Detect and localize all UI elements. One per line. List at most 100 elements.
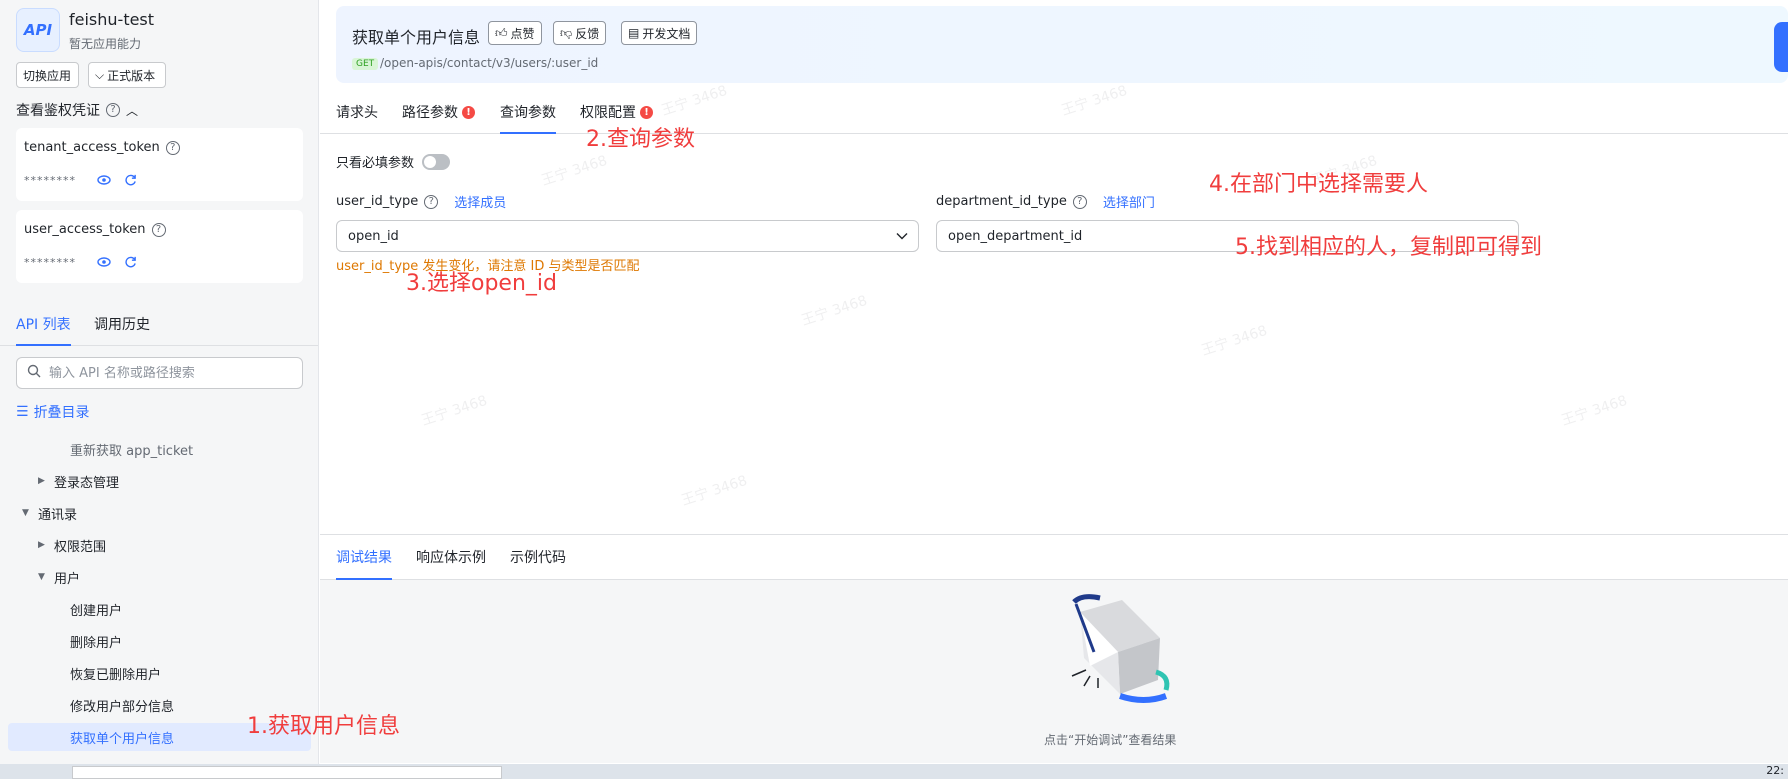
empty-result-hint: 点击“开始调试”查看结果 (1044, 733, 1177, 747)
user-token-name: user_access_token (24, 222, 146, 237)
chevron-down-icon: ⌵ (95, 67, 105, 82)
annotation-step-3: 3.选择open_id (406, 271, 557, 296)
alert-icon: ! (462, 105, 475, 119)
help-icon[interactable]: ? (106, 103, 120, 117)
annotation-step-2: 2.查询参数 (586, 127, 695, 152)
annotation-step-1: 1.获取用户信息 (247, 714, 400, 739)
empty-box-illustration (1060, 592, 1180, 710)
required-only-toggle[interactable] (422, 153, 451, 170)
tree-item-reget-app-ticket[interactable]: 重新获取 app_ticket (70, 435, 193, 463)
tree-item-label: 恢复已删除用户 (70, 667, 162, 683)
tree-item-patch-user[interactable]: 修改用户部分信息 (70, 691, 174, 719)
sidebar: API feishu-test 暂无应用能力 切换应用 ⌵ 正式版本 查看鉴权凭… (0, 0, 319, 779)
docs-label: 开发文档 (642, 26, 691, 41)
tab-label: 查询参数 (500, 105, 556, 121)
api-search-input[interactable] (49, 365, 279, 381)
tree-item-login-state[interactable]: ▶ 登录态管理 (38, 467, 119, 495)
api-header-card: 获取单个用户信息 👍︎ 点赞 👎︎ 反馈 ▤ 开发文档 GET /open-ap… (336, 6, 1788, 83)
tab-query-params[interactable]: 查询参数 (500, 102, 556, 134)
list-icon: ☰ (16, 404, 29, 420)
tree-item-user[interactable]: ▼ 用户 (38, 563, 80, 591)
tree-item-label: 修改用户部分信息 (70, 699, 175, 715)
help-icon[interactable]: ? (151, 222, 166, 237)
help-icon[interactable]: ? (424, 194, 439, 209)
department-id-type-label: department_id_type (936, 194, 1067, 209)
api-search-box (16, 357, 303, 389)
tree-item-label: 登录态管理 (54, 475, 120, 491)
switch-app-label: 切换应用 (23, 68, 72, 83)
tree-item-contacts[interactable]: ▼ 通讯录 (22, 499, 77, 527)
tenant-token-value: ******** (24, 174, 76, 187)
tab-label: 权限配置 (580, 105, 636, 121)
api-title: 获取单个用户信息 (352, 28, 481, 47)
tree-item-create-user[interactable]: 创建用户 (70, 595, 122, 623)
tab-sample-code[interactable]: 示例代码 (510, 547, 566, 578)
tree-item-label: 权限范围 (54, 539, 107, 555)
tree-item-label: 创建用户 (70, 603, 123, 619)
like-label: 点赞 (510, 26, 535, 41)
user-id-type-select[interactable]: open_id (336, 220, 919, 252)
watermark: 王宁 3468 (1559, 392, 1630, 430)
department-id-type-label-row: department_id_type ? 选择部门 (936, 192, 1155, 211)
credentials-title: 查看鉴权凭证 (16, 103, 100, 119)
http-method-badge: GET (352, 58, 379, 70)
tab-response-example[interactable]: 响应体示例 (416, 547, 486, 578)
refresh-icon[interactable] (122, 172, 138, 188)
chevron-up-icon[interactable]: ︿ (126, 102, 138, 119)
tab-debug-result[interactable]: 调试结果 (336, 547, 392, 580)
caret-right-icon: ▶ (38, 540, 45, 550)
result-tabs: 调试结果 响应体示例 示例代码 (320, 534, 1788, 580)
tree-item-label: 获取单个用户信息 (70, 731, 175, 747)
tab-api-list[interactable]: API 列表 (16, 314, 71, 346)
api-path: /open-apis/contact/v3/users/:user_id (380, 56, 599, 70)
eye-icon[interactable] (96, 172, 112, 188)
tab-label: 路径参数 (402, 105, 458, 121)
refresh-icon[interactable] (122, 254, 138, 270)
tree-item-label: 重新获取 app_ticket (70, 443, 194, 459)
doc-icon: ▤ (628, 26, 640, 40)
search-icon (27, 364, 41, 382)
annotation-step-4: 4.在部门中选择需要人 (1209, 172, 1428, 197)
annotation-step-5: 5.找到相应的人，复制即可得到 (1235, 235, 1542, 260)
required-only-toggle-row: 只看必填参数 (336, 152, 451, 171)
tree-item-delete-user[interactable]: 删除用户 (70, 627, 122, 655)
tab-path-params[interactable]: 路径参数! (402, 102, 475, 132)
user-token-value: ******** (24, 256, 76, 269)
taskbar-clock: 22: (1766, 764, 1784, 777)
user-id-type-label-row: user_id_type ? 选择成员 (336, 192, 506, 211)
taskbar-window-preview[interactable] (72, 766, 502, 779)
watermark: 王宁 3468 (1199, 322, 1270, 360)
start-debug-button[interactable] (1774, 22, 1788, 72)
tree-item-restore-user[interactable]: 恢复已删除用户 (70, 659, 161, 687)
tree-item-scope[interactable]: ▶ 权限范围 (38, 531, 106, 559)
tree-item-label: 用户 (54, 571, 81, 587)
like-button[interactable]: 👍︎ 点赞 (488, 21, 542, 45)
version-select-button[interactable]: ⌵ 正式版本 (88, 62, 166, 88)
docs-button[interactable]: ▤ 开发文档 (621, 21, 698, 45)
caret-down-icon: ▼ (22, 508, 29, 518)
help-icon[interactable]: ? (165, 140, 180, 155)
caret-down-icon: ▼ (38, 572, 45, 582)
eye-icon[interactable] (96, 254, 112, 270)
sidebar-tabs: API 列表 调用历史 (0, 306, 318, 346)
credentials-header[interactable]: 查看鉴权凭证 ? ︿ (16, 100, 138, 120)
switch-app-button[interactable]: 切换应用 (16, 62, 79, 88)
select-member-link[interactable]: 选择成员 (454, 192, 506, 211)
department-id-type-value: open_department_id (948, 228, 1083, 244)
app-logo: API (16, 8, 60, 52)
request-tabs: 请求头 路径参数! 查询参数 权限配置! (320, 92, 1788, 134)
fold-directory-button[interactable]: ☰ 折叠目录 (16, 402, 90, 422)
tab-headers[interactable]: 请求头 (336, 102, 378, 132)
watermark: 王宁 3468 (539, 152, 610, 190)
user-id-type-value: open_id (348, 228, 399, 244)
select-department-link[interactable]: 选择部门 (1103, 192, 1155, 211)
watermark: 王宁 3468 (799, 292, 870, 330)
os-taskbar: 22: (0, 764, 1788, 779)
caret-right-icon: ▶ (38, 476, 45, 486)
thumbs-down-icon: 👎︎ (560, 25, 573, 40)
user-id-type-label: user_id_type (336, 194, 419, 209)
tab-call-history[interactable]: 调用历史 (94, 314, 150, 344)
version-label: 正式版本 (107, 68, 156, 83)
help-icon[interactable]: ? (1072, 194, 1087, 209)
feedback-button[interactable]: 👎︎ 反馈 (553, 21, 607, 45)
